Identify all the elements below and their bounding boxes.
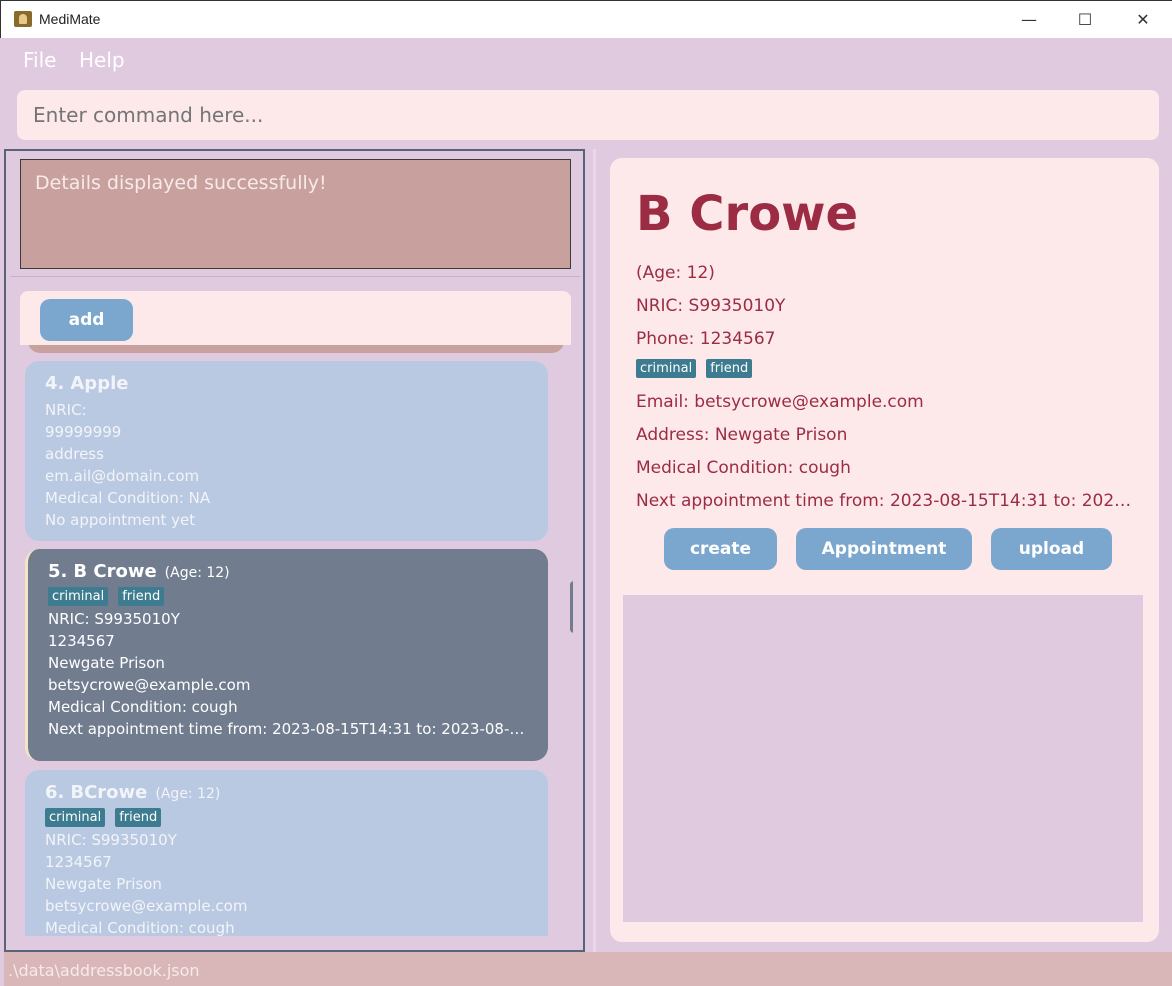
card-address: Newgate Prison [48,654,165,672]
card-address: Newgate Prison [45,875,162,893]
detail-name: B Crowe [636,186,859,242]
create-button[interactable]: create [664,528,777,570]
add-bar: add [20,291,571,345]
card-nric: NRIC: S9935010Y [45,831,177,849]
card-appointment: Next appointment time from: 2023-08-15T1… [48,720,528,738]
menu-file[interactable]: File [23,48,56,72]
card-nric: NRIC: S9935010Y [48,610,180,628]
detail-card: B Crowe (Age: 12) NRIC: S9935010Y Phone:… [610,158,1159,942]
close-icon[interactable]: ✕ [1132,9,1154,31]
status-bar: .\data\addressbook.json [4,952,1172,986]
person-list[interactable]: add 4. Apple NRIC: 99999999 address em.a… [20,291,573,936]
list-item[interactable]: 4. Apple NRIC: 99999999 address em.ail@d… [25,361,548,541]
card-name: BCrowe [70,782,148,803]
list-item[interactable]: 6. BCrowe (Age: 12) criminal friend NRIC… [25,770,548,936]
card-email: betsycrowe@example.com [45,897,248,915]
result-display: Details displayed successfully! [20,159,571,269]
card-email: betsycrowe@example.com [48,676,251,694]
command-input[interactable] [17,90,1159,140]
detail-tag-friend: friend [706,359,753,378]
card-name: Apple [70,373,129,394]
list-item-selected[interactable]: 5. B Crowe (Age: 12) criminal friend NRI… [25,549,548,761]
card-age: (Age: 12) [164,565,230,581]
card-appointment: No appointment yet [45,511,196,529]
title-bar: MediMate — ☐ ✕ [0,0,1172,38]
detail-appointment: Next appointment time from: 2023-08-15T1… [636,491,1136,511]
upload-button[interactable]: upload [991,528,1112,570]
tag-friend: friend [118,587,165,606]
card-index: 5. [48,561,68,582]
detail-phone: Phone: 1234567 [636,329,776,349]
detail-email: Email: betsycrowe@example.com [636,392,924,412]
left-panel: Details displayed successfully! add 4. A… [4,149,585,952]
tag-criminal: criminal [45,808,106,827]
right-panel: B Crowe (Age: 12) NRIC: S9935010Y Phone:… [593,149,1172,952]
card-condition: Medical Condition: NA [45,489,211,507]
card-nric: NRIC: [45,401,87,419]
card-condition: Medical Condition: cough [48,698,238,716]
tag-friend: friend [115,808,162,827]
card-condition: Medical Condition: cough [45,919,235,936]
add-button[interactable]: add [40,299,133,341]
app-icon [14,11,32,27]
detail-age: (Age: 12) [636,263,715,283]
card-email: em.ail@domain.com [45,467,200,485]
card-phone: 1234567 [45,853,112,871]
app-title: MediMate [39,11,101,27]
detail-tag-criminal: criminal [636,359,697,378]
list-scrollbar[interactable] [570,581,573,633]
card-phone: 1234567 [48,632,115,650]
card-index: 6. [45,782,65,803]
divider [10,276,580,277]
tag-criminal: criminal [48,587,109,606]
card-address: address [45,445,104,463]
menu-bar: File Help [4,38,1172,82]
maximize-icon[interactable]: ☐ [1074,9,1096,31]
detail-address: Address: Newgate Prison [636,425,848,445]
appointment-button[interactable]: Appointment [796,528,972,570]
menu-help[interactable]: Help [79,48,125,72]
detail-condition: Medical Condition: cough [636,458,851,478]
card-phone: 99999999 [45,423,122,441]
image-display-area [623,595,1143,922]
card-index: 4. [45,373,65,394]
card-age: (Age: 12) [155,786,221,802]
minimize-icon[interactable]: — [1018,9,1040,31]
card-name: B Crowe [73,561,157,582]
detail-nric: NRIC: S9935010Y [636,296,786,316]
